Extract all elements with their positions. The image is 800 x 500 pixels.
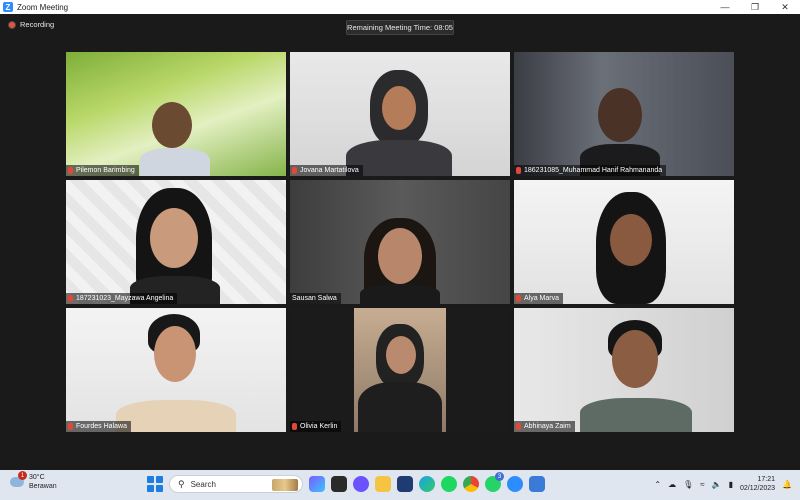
participant-head [598, 88, 642, 142]
clock-date: 02/12/2023 [739, 485, 776, 492]
battery-icon[interactable]: ▮ [729, 480, 733, 489]
participant-name: Sausan Salwa [292, 295, 337, 302]
mic-muted-icon [516, 295, 521, 302]
weather-condition: Berawan [29, 483, 57, 490]
video-tile[interactable]: Alya Marva [514, 180, 734, 304]
video-tile[interactable]: Olivia Kerlin [290, 308, 510, 432]
volume-icon[interactable]: 🔈 [712, 480, 722, 489]
zoom-icon[interactable] [507, 476, 523, 492]
mic-muted-icon [292, 167, 297, 174]
meeting-area: Recording Remaining Meeting Time: 08:05 … [0, 14, 800, 470]
remaining-time-badge: Remaining Meeting Time: 08:05 [346, 20, 454, 35]
video-tile[interactable]: Fourdes Halawa [66, 308, 286, 432]
video-tile[interactable]: Pilemon Barimbing [66, 52, 286, 176]
copilot-icon[interactable] [309, 476, 325, 492]
system-tray: ⌃ ☁ 🎙 ≈ 🔈 ▮ 17:21 02/12/2023 🔔 [654, 475, 792, 493]
participant-name-tag: Alya Marva [514, 293, 564, 304]
windows-start-icon[interactable] [147, 476, 163, 492]
video-tile[interactable]: Abhinaya Zaim [514, 308, 734, 432]
participant-name: 186231085_Muhammad Hanif Rahmananda [524, 167, 663, 174]
recording-label: Recording [20, 20, 55, 29]
notification-badge: 1 [18, 471, 27, 480]
participant-body [358, 382, 442, 432]
participant-name-tag: Sausan Salwa [290, 293, 341, 304]
weather-temp: 30°C [29, 474, 45, 481]
participant-name: Alya Marva [524, 295, 560, 302]
video-tile[interactable]: Jovana Martatilova [290, 52, 510, 176]
participant-name-tag: Fourdes Halawa [66, 421, 131, 432]
store-icon[interactable] [397, 476, 413, 492]
notification-bell-icon[interactable]: 🔔 [782, 480, 792, 489]
participant-face [610, 214, 652, 266]
taskbar-apps: ⚲ Search 3 [147, 472, 545, 493]
video-tile-active-speaker[interactable]: Sausan Salwa [290, 180, 510, 304]
taskbar-search[interactable]: ⚲ Search [169, 475, 303, 493]
cloud-sync-icon[interactable]: ☁ [668, 480, 676, 489]
participant-name: Olivia Kerlin [300, 423, 338, 430]
weather-widget[interactable]: 1 30°C Berawan [10, 471, 57, 491]
recording-icon [8, 20, 16, 29]
windows-taskbar: 1 30°C Berawan ⚲ Search 3 ⌃ ☁ 🎙 ≈ 🔈 ▮ 17… [0, 470, 800, 500]
participant-face [150, 208, 198, 268]
edge-icon[interactable] [419, 476, 435, 492]
zoom-app-icon: Z [3, 2, 13, 12]
participant-name-tag: Abhinaya Zaim [514, 421, 575, 432]
file-explorer-icon[interactable] [375, 476, 391, 492]
window-controls: — ❐ ✕ [710, 0, 800, 14]
participant-name: Pilemon Barimbing [76, 167, 135, 174]
spotify-icon[interactable] [441, 476, 457, 492]
participant-name-tag: 186231085_Muhammad Hanif Rahmananda [514, 165, 667, 176]
window-title: Zoom Meeting [17, 2, 69, 12]
mic-muted-icon [516, 423, 521, 430]
title-bar: Z Zoom Meeting — ❐ ✕ [0, 0, 800, 14]
chat-icon[interactable] [353, 476, 369, 492]
participant-face [154, 326, 196, 382]
participant-face [386, 336, 416, 374]
mic-muted-icon [68, 295, 73, 302]
participant-body [580, 398, 692, 432]
participant-face [612, 330, 658, 388]
search-label: Search [190, 479, 216, 489]
participant-head [152, 102, 192, 148]
close-button[interactable]: ✕ [770, 0, 800, 14]
video-tile[interactable]: 186231085_Muhammad Hanif Rahmananda [514, 52, 734, 176]
participant-name: Jovana Martatilova [300, 167, 359, 174]
participant-name-tag: Jovana Martatilova [290, 165, 363, 176]
participant-name-tag: Olivia Kerlin [290, 421, 342, 432]
search-highlight-icon [272, 479, 298, 491]
whatsapp-icon[interactable]: 3 [485, 472, 504, 492]
participant-body [116, 400, 236, 432]
minimize-button[interactable]: — [710, 0, 740, 14]
wifi-icon[interactable]: ≈ [700, 480, 704, 489]
video-tile[interactable]: 187231023_Mayzawa Angelina [66, 180, 286, 304]
recording-indicator[interactable]: Recording [8, 20, 54, 29]
terminal-icon[interactable] [331, 476, 347, 492]
participant-name: 187231023_Mayzawa Angelina [76, 295, 174, 302]
participant-face [382, 86, 416, 130]
microphone-icon[interactable]: 🎙 [683, 480, 693, 489]
search-icon: ⚲ [178, 478, 185, 489]
participant-body [360, 284, 440, 304]
chevron-up-icon[interactable]: ⌃ [654, 480, 661, 489]
video-grid: Pilemon Barimbing Jovana Martatilova 186… [66, 52, 734, 432]
cloud-icon: 1 [10, 471, 27, 487]
restore-button[interactable]: ❐ [740, 0, 770, 14]
clock[interactable]: 17:21 02/12/2023 [740, 475, 775, 493]
clock-time: 17:21 [757, 476, 776, 483]
mic-muted-icon [292, 423, 297, 430]
participant-name-tag: Pilemon Barimbing [66, 165, 139, 176]
participant-name: Fourdes Halawa [76, 423, 127, 430]
notification-badge: 3 [495, 472, 504, 481]
participant-name: Abhinaya Zaim [524, 423, 571, 430]
mic-muted-icon [516, 167, 521, 174]
participant-name-tag: 187231023_Mayzawa Angelina [66, 293, 178, 304]
participant-body [140, 148, 210, 176]
photos-icon[interactable] [529, 476, 545, 492]
participant-face [378, 228, 422, 284]
chrome-icon[interactable] [463, 476, 479, 492]
weather-text: 30°C Berawan [29, 473, 57, 491]
mic-muted-icon [68, 167, 73, 174]
mic-muted-icon [68, 423, 73, 430]
